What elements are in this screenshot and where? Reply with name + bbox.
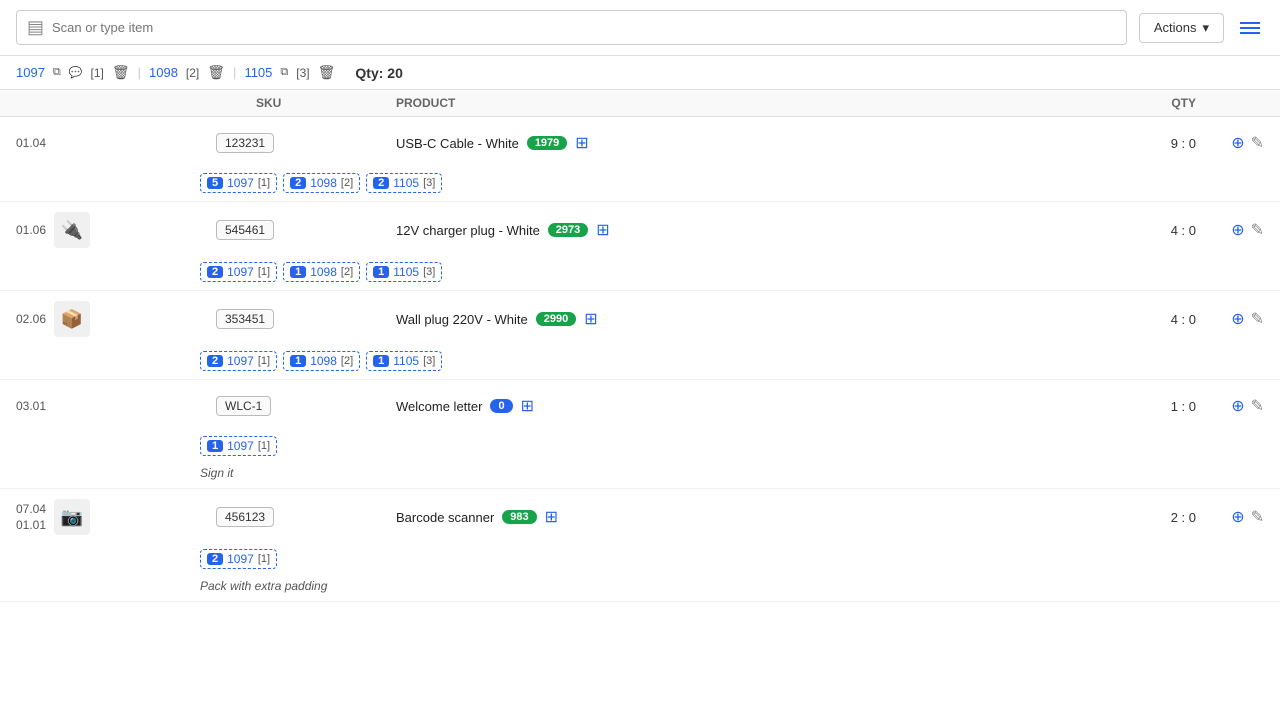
copy-icon-1105[interactable]: ⧉ xyxy=(280,66,288,79)
tab-1097[interactable]: 1097 xyxy=(16,65,45,80)
row-location: 01.04 xyxy=(16,136,46,150)
col-header-product: Product xyxy=(396,96,1084,110)
expand-product-button[interactable]: ⊞ xyxy=(575,133,588,153)
add-qty-button[interactable]: ⊕ xyxy=(1231,309,1244,329)
row-order-tags: 21097[1] xyxy=(0,545,1280,577)
tab-count-1097: [1] xyxy=(90,66,103,80)
row-order-tags: 11097[1] xyxy=(0,432,1280,464)
sku-badge: WLC-1 xyxy=(216,396,271,416)
order-tag: 21097[1] xyxy=(200,351,277,371)
sku-badge: 353451 xyxy=(216,309,274,329)
qty-total: Qty: 20 xyxy=(355,65,402,81)
barcode-icon: ▤ xyxy=(27,17,44,38)
row-location: 01.06 xyxy=(16,223,46,237)
table-row: 01.04 123231 USB-C Cable - White 1979 ⊞ … xyxy=(0,117,1280,202)
product-image: 📷 xyxy=(54,499,90,535)
add-qty-button[interactable]: ⊕ xyxy=(1231,396,1244,416)
order-tag: 11098[2] xyxy=(283,262,360,282)
edit-row-button[interactable]: ✎ xyxy=(1251,220,1264,240)
order-tag: 11097[1] xyxy=(200,436,277,456)
table-row: 02.06 📦 353451 Wall plug 220V - White 29… xyxy=(0,291,1280,380)
tab-1105[interactable]: 1105 xyxy=(244,65,272,80)
edit-row-button[interactable]: ✎ xyxy=(1251,309,1264,329)
order-tag: 11098[2] xyxy=(283,351,360,371)
row-location: 07.0401.01 xyxy=(16,502,46,532)
row-qty: 4 : 0 xyxy=(1084,312,1204,327)
hamburger-menu[interactable] xyxy=(1236,18,1264,38)
table-row: 01.06 🔌 545461 12V charger plug - White … xyxy=(0,202,1280,291)
expand-product-button[interactable]: ⊞ xyxy=(584,309,597,329)
row-note: Sign it xyxy=(0,464,1280,488)
product-tag: 1979 xyxy=(527,136,567,150)
row-order-tags: 21097[1] 11098[2] 11105[3] xyxy=(0,347,1280,379)
order-tag: 21097[1] xyxy=(200,262,277,282)
col-header-actions xyxy=(1204,96,1264,110)
sku-badge: 123231 xyxy=(216,133,274,153)
product-name: Barcode scanner xyxy=(396,510,494,525)
delete-icon-1098[interactable]: 🗑 xyxy=(207,64,225,81)
order-tag: 11105[3] xyxy=(366,351,442,371)
product-list: 01.04 123231 USB-C Cable - White 1979 ⊞ … xyxy=(0,117,1280,602)
delete-icon-1105[interactable]: 🗑 xyxy=(318,64,336,81)
order-tag: 21098[2] xyxy=(283,173,360,193)
expand-product-button[interactable]: ⊞ xyxy=(545,507,558,527)
product-name: 12V charger plug - White xyxy=(396,223,540,238)
chevron-down-icon: ▾ xyxy=(1202,20,1209,36)
tab-1098[interactable]: 1098 xyxy=(149,65,178,80)
table-row: 03.01 WLC-1 Welcome letter 0 ⊞ 1 : 0 ⊕ ✎… xyxy=(0,380,1280,489)
table-header: SKU Product Qty xyxy=(0,90,1280,117)
order-tabs: 1097 ⧉ 💬 [1] 🗑 | 1098 [2] 🗑 | 1105 ⧉ [3]… xyxy=(0,56,1280,90)
product-image: 🔌 xyxy=(54,212,90,248)
col-header-qty: Qty xyxy=(1084,96,1204,110)
row-qty: 4 : 0 xyxy=(1084,223,1204,238)
actions-button[interactable]: Actions ▾ xyxy=(1139,13,1224,43)
product-tag: 2990 xyxy=(536,312,576,326)
top-bar: ▤ Actions ▾ xyxy=(0,0,1280,56)
order-tag: 21105[3] xyxy=(366,173,442,193)
product-name: USB-C Cable - White xyxy=(396,136,519,151)
row-qty: 2 : 0 xyxy=(1084,510,1204,525)
product-name: Wall plug 220V - White xyxy=(396,312,528,327)
edit-row-button[interactable]: ✎ xyxy=(1251,396,1264,416)
product-image: 📦 xyxy=(54,301,90,337)
product-tag: 0 xyxy=(490,399,512,413)
copy-icon-1097[interactable]: ⧉ xyxy=(53,66,61,79)
row-location: 02.06 xyxy=(16,312,46,326)
scan-input[interactable] xyxy=(52,20,1116,35)
row-qty: 1 : 0 xyxy=(1084,399,1204,414)
col-header-loc xyxy=(16,96,216,110)
comment-icon-1097[interactable]: 💬 xyxy=(69,66,83,79)
add-qty-button[interactable]: ⊕ xyxy=(1231,507,1244,527)
sku-badge: 456123 xyxy=(216,507,274,527)
order-tag: 51097[1] xyxy=(200,173,277,193)
add-qty-button[interactable]: ⊕ xyxy=(1231,220,1244,240)
scan-input-wrap: ▤ xyxy=(16,10,1127,45)
tab-count-1098: [2] xyxy=(186,66,199,80)
row-note: Pack with extra padding xyxy=(0,577,1280,601)
expand-product-button[interactable]: ⊞ xyxy=(521,396,534,416)
actions-label: Actions xyxy=(1154,20,1197,35)
expand-product-button[interactable]: ⊞ xyxy=(596,220,609,240)
row-order-tags: 21097[1] 11098[2] 11105[3] xyxy=(0,258,1280,290)
row-order-tags: 51097[1] 21098[2] 21105[3] xyxy=(0,169,1280,201)
edit-row-button[interactable]: ✎ xyxy=(1251,507,1264,527)
tab-count-1105: [3] xyxy=(296,66,309,80)
sku-badge: 545461 xyxy=(216,220,274,240)
product-tag: 2973 xyxy=(548,223,588,237)
edit-row-button[interactable]: ✎ xyxy=(1251,133,1264,153)
order-tag: 11105[3] xyxy=(366,262,442,282)
product-tag: 983 xyxy=(502,510,536,524)
delete-icon-1097[interactable]: 🗑 xyxy=(112,64,130,81)
row-qty: 9 : 0 xyxy=(1084,136,1204,151)
col-header-sku: SKU xyxy=(216,96,396,110)
add-qty-button[interactable]: ⊕ xyxy=(1231,133,1244,153)
row-location: 03.01 xyxy=(16,399,46,413)
table-row: 07.0401.01 📷 456123 Barcode scanner 983 … xyxy=(0,489,1280,602)
product-name: Welcome letter xyxy=(396,399,482,414)
order-tag: 21097[1] xyxy=(200,549,277,569)
